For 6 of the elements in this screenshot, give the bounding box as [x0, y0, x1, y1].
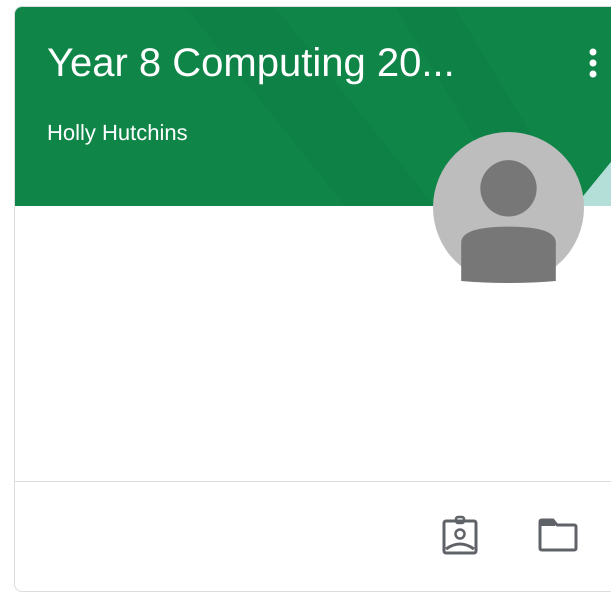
- more-options-icon[interactable]: [589, 48, 597, 78]
- folder-icon[interactable]: [537, 518, 579, 552]
- class-title[interactable]: Year 8 Computing 20...: [47, 40, 455, 86]
- id-badge-icon[interactable]: [441, 514, 479, 554]
- avatar-icon: [433, 132, 584, 283]
- teacher-name[interactable]: Holly Hutchins: [47, 120, 188, 145]
